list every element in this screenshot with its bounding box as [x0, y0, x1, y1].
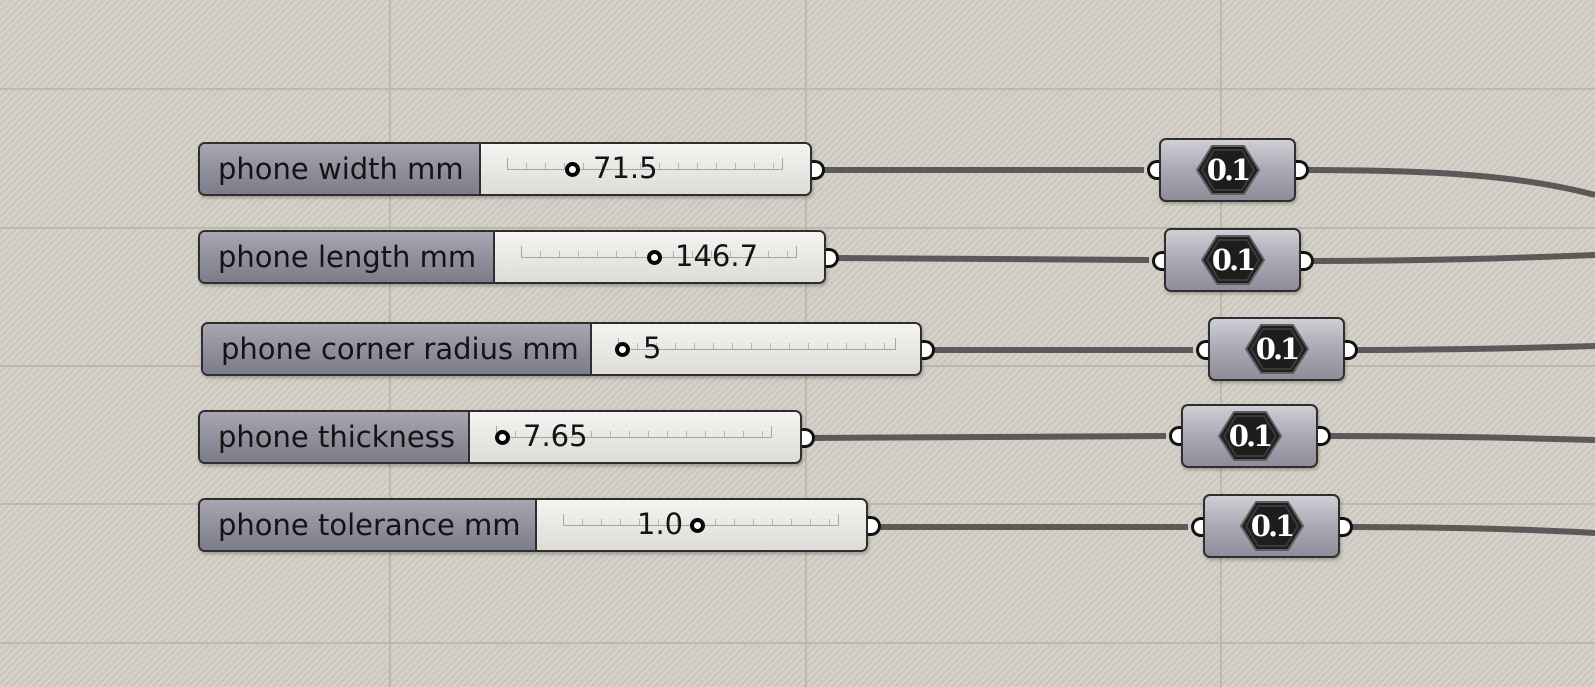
number-component[interactable]: 0.1 — [1203, 494, 1340, 558]
slider-grip[interactable] — [647, 250, 662, 265]
slider-grip[interactable] — [495, 430, 510, 445]
slider-track[interactable]: 146.7 — [495, 232, 824, 282]
number-slider-phone-tolerance[interactable]: phone tolerance mm 1.0 — [198, 498, 868, 552]
number-text: 0.1 — [1211, 243, 1256, 277]
wire[interactable] — [1324, 433, 1595, 443]
slider-value: 7.65 — [523, 419, 588, 453]
number-hexagon-icon: 0.1 — [1239, 500, 1304, 552]
number-slider-phone-length[interactable]: phone length mm 146.7 — [198, 230, 826, 284]
number-hexagon-icon: 0.1 — [1200, 234, 1265, 286]
slider-value: 1.0 — [637, 507, 684, 541]
number-text: 0.1 — [1228, 419, 1273, 453]
slider-value: 146.7 — [675, 239, 759, 273]
slider-grip[interactable] — [615, 342, 630, 357]
slider-label[interactable]: phone length mm — [200, 232, 495, 282]
number-hexagon-icon: 0.1 — [1195, 144, 1260, 196]
number-text: 0.1 — [1255, 332, 1300, 366]
number-component[interactable]: 0.1 — [1208, 317, 1345, 381]
wire[interactable] — [1346, 524, 1595, 536]
number-slider-phone-thickness[interactable]: phone thickness 7.65 — [198, 410, 802, 464]
slider-track[interactable]: 7.65 — [470, 412, 800, 462]
slider-grip[interactable] — [690, 518, 705, 533]
number-slider-phone-corner-radius[interactable]: phone corner radius mm 5 — [201, 322, 922, 376]
wire[interactable] — [807, 433, 1167, 441]
slider-track[interactable]: 5 — [592, 324, 920, 374]
number-component[interactable]: 0.1 — [1181, 404, 1318, 468]
wire[interactable] — [1307, 252, 1595, 264]
number-hexagon-icon: 0.1 — [1217, 410, 1282, 462]
slider-label[interactable]: phone tolerance mm — [200, 500, 537, 550]
number-text: 0.1 — [1250, 509, 1295, 543]
slider-track[interactable]: 71.5 — [481, 144, 810, 194]
slider-track[interactable]: 1.0 — [537, 500, 866, 550]
number-component[interactable]: 0.1 — [1159, 138, 1296, 202]
number-component[interactable]: 0.1 — [1164, 228, 1301, 292]
wire[interactable] — [1351, 343, 1595, 353]
slider-label[interactable]: phone thickness — [200, 412, 470, 462]
number-text: 0.1 — [1206, 153, 1251, 187]
slider-value: 71.5 — [593, 151, 658, 185]
wire[interactable] — [831, 255, 1150, 263]
number-slider-phone-width[interactable]: phone width mm 71.5 — [198, 142, 812, 196]
slider-value: 5 — [643, 331, 662, 365]
wire[interactable] — [1302, 167, 1595, 198]
slider-grip[interactable] — [565, 162, 580, 177]
slider-label[interactable]: phone width mm — [200, 144, 481, 194]
number-hexagon-icon: 0.1 — [1244, 323, 1309, 375]
slider-label[interactable]: phone corner radius mm — [203, 324, 592, 374]
